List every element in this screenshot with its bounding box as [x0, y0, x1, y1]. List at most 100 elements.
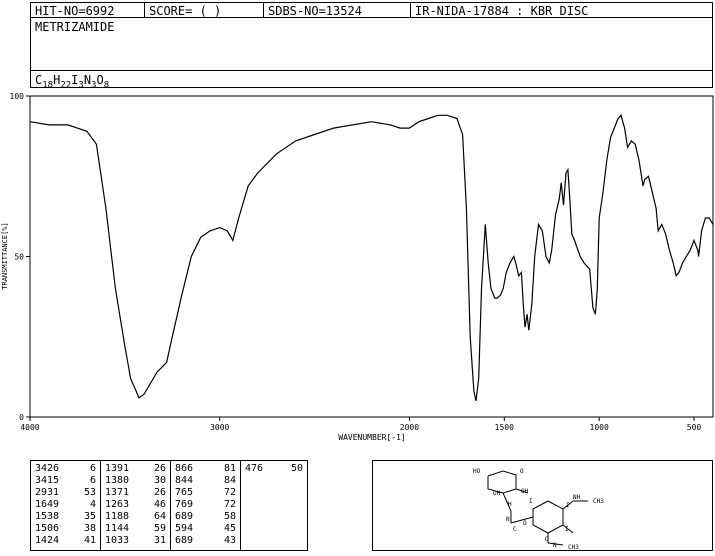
compound-name: METRIZAMIDE [35, 20, 115, 34]
peak-transmittance: 43 [223, 535, 236, 546]
x-tick-label: 4000 [20, 423, 39, 432]
peak-row: 765 72 [175, 487, 236, 499]
peak-row: 3415 6 [35, 475, 96, 487]
peak-transmittance: 50 [290, 463, 303, 474]
peak-row: 476 50 [245, 463, 303, 475]
peak-row: 1538 35 [35, 511, 96, 523]
structure-atom-label: N [553, 542, 557, 549]
x-tick-label: 2000 [400, 423, 419, 432]
peak-wavenumber: 1424 [35, 535, 60, 546]
peak-transmittance: 72 [223, 499, 236, 510]
peak-wavenumber: 1144 [105, 523, 130, 534]
structure-atom-label: OH [493, 490, 501, 497]
peak-wavenumber: 765 [175, 487, 194, 498]
peak-transmittance: 81 [223, 463, 236, 474]
peak-transmittance: 41 [83, 535, 96, 546]
peak-transmittance: 26 [153, 487, 166, 498]
ir-spectrum-chart: 4000 3000 2000 1500 1000 500 0 50 100 WAVENUMBER… [1, 92, 714, 442]
y-tick-label: 0 [19, 413, 24, 422]
peak-transmittance: 72 [223, 487, 236, 498]
peak-transmittance: 31 [153, 535, 166, 546]
peak-transmittance: 38 [83, 523, 96, 534]
peak-wavenumber: 844 [175, 475, 194, 486]
ir-info: IR-NIDA-17884 : KBR DISC [415, 4, 589, 17]
peak-wavenumber: 3426 [35, 463, 60, 474]
peak-wavenumber: 1506 [35, 523, 60, 534]
structure-atom-label: I [566, 502, 570, 509]
peak-wavenumber: 1188 [105, 511, 130, 522]
peak-wavenumber: 594 [175, 523, 194, 534]
peak-transmittance: 4 [89, 499, 96, 510]
peak-row: 1188 64 [105, 511, 166, 523]
peak-wavenumber: 689 [175, 511, 194, 522]
peak-wavenumber: 1371 [105, 487, 130, 498]
peak-table: 3426 6 3415 6 2931 53 1649 4 1538 35 1506 38 1424 41 1… [30, 460, 308, 551]
x-axis-label: WAVENUMBER[-1] [338, 433, 405, 442]
peak-transmittance: 46 [153, 499, 166, 510]
structure-atom-label: CH3 [593, 498, 604, 505]
peak-wavenumber: 1033 [105, 535, 130, 546]
peak-row: 1649 4 [35, 499, 96, 511]
x-tick-label: 1500 [495, 423, 514, 432]
peak-column: 1391 26 1380 30 1371 26 1263 46 1188 64 1144 59 1033… [101, 461, 171, 550]
peak-row: 594 45 [175, 523, 236, 535]
peak-wavenumber: 2931 [35, 487, 60, 498]
peak-row: 1506 38 [35, 523, 96, 535]
structure-atom-label: N [506, 516, 510, 523]
x-tick-label: 500 [687, 423, 702, 432]
score: SCORE= ( ) [145, 3, 264, 17]
structure-atom-label: HO [473, 468, 481, 475]
x-tick-label: 1000 [590, 423, 609, 432]
peak-row: 689 43 [175, 535, 236, 547]
peak-column: 3426 6 3415 6 2931 53 1649 4 1538 35 1506 38 1424 41 [31, 461, 101, 550]
peak-wavenumber: 476 [245, 463, 264, 474]
peak-transmittance: 35 [83, 511, 96, 522]
peak-row: 1033 31 [105, 535, 166, 547]
peak-row: 1144 59 [105, 523, 166, 535]
peak-wavenumber: 866 [175, 463, 194, 474]
peak-row: 2931 53 [35, 487, 96, 499]
peak-transmittance: 58 [223, 511, 236, 522]
y-axis-label: TRANSMITTANCE[%] [1, 222, 9, 289]
peak-row: 844 84 [175, 475, 236, 487]
peak-wavenumber: 689 [175, 535, 194, 546]
y-tick-label: 100 [10, 92, 25, 101]
peak-transmittance: 84 [223, 475, 236, 486]
peak-row: 1263 46 [105, 499, 166, 511]
compound-box: METRIZAMIDE C18H22I3N3O8 [30, 17, 713, 90]
peak-row: 689 58 [175, 511, 236, 523]
peak-wavenumber: 1538 [35, 511, 60, 522]
structure-box: HO O OH OH H N O I I I NH CH3 N CH3 O C [372, 460, 713, 551]
peak-row: 3426 6 [35, 463, 96, 475]
peak-transmittance: 59 [153, 523, 166, 534]
peak-wavenumber: 1391 [105, 463, 130, 474]
formula-o: O [96, 73, 104, 87]
peak-row: 1391 26 [105, 463, 166, 475]
structure-atom-label: H [508, 501, 512, 508]
peak-wavenumber: 1380 [105, 475, 130, 486]
peak-wavenumber: 3415 [35, 475, 60, 486]
peak-transmittance: 45 [223, 523, 236, 534]
structure-atom-label: I [529, 498, 533, 505]
structure-atom-label: CH3 [568, 544, 579, 551]
structure-atom-label: O [520, 468, 524, 475]
structure-diagram: HO OOHOHHNOIIINHCH3N CH3OC [473, 468, 604, 551]
hit-number: HIT-NO=6992 [31, 3, 145, 17]
peak-row: 1380 30 [105, 475, 166, 487]
peak-column: 476 50 [241, 461, 307, 550]
peak-transmittance: 53 [83, 487, 96, 498]
peak-transmittance: 6 [89, 475, 96, 486]
structure-atom-label: O [523, 520, 527, 527]
peak-transmittance: 26 [153, 463, 166, 474]
structure-atom-label: NH [573, 494, 581, 501]
peak-wavenumber: 1263 [105, 499, 130, 510]
peak-transmittance: 6 [89, 463, 96, 474]
peak-wavenumber: 1649 [35, 499, 60, 510]
x-tick-label: 3000 [210, 423, 229, 432]
peak-column: 866 81 844 84 765 72 769 72 689 58 594 45 689 43 [171, 461, 241, 550]
peak-transmittance: 64 [153, 511, 166, 522]
spectrum-header: HIT-NO=6992 SCORE= ( ) SDBS-NO=13524 IR-… [30, 2, 713, 18]
peak-row: 866 81 [175, 463, 236, 475]
plot-frame [29, 95, 714, 418]
peak-wavenumber: 769 [175, 499, 194, 510]
